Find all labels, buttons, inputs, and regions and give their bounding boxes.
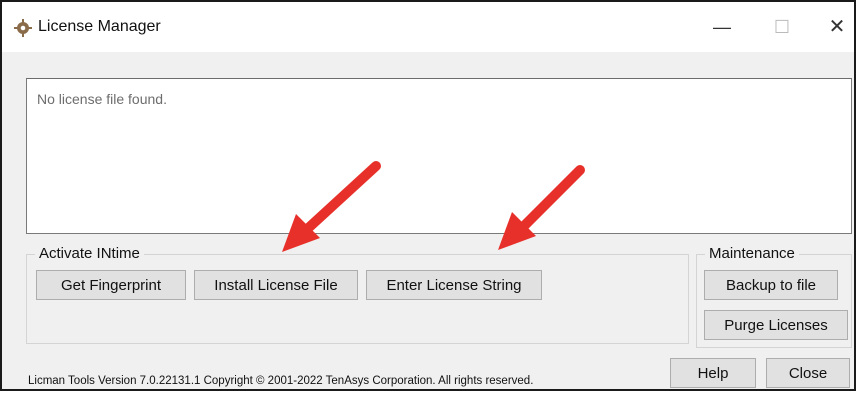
install-license-file-button[interactable]: Install License File	[194, 270, 358, 300]
version-copyright-text: Licman Tools Version 7.0.22131.1 Copyrig…	[28, 375, 534, 387]
enter-license-string-button[interactable]: Enter License String	[366, 270, 542, 300]
gear-icon	[14, 19, 32, 37]
license-status-textarea[interactable]: No license file found.	[26, 78, 852, 234]
help-button[interactable]: Help	[670, 358, 756, 388]
license-status-text: No license file found.	[37, 91, 167, 107]
minimize-button[interactable]: —	[702, 12, 742, 42]
maintenance-label: Maintenance	[705, 245, 799, 262]
maximize-button[interactable]: ☐	[762, 12, 802, 42]
activate-intime-label: Activate INtime	[35, 245, 144, 262]
backup-to-file-button[interactable]: Backup to file	[704, 270, 838, 300]
close-button[interactable]: Close	[766, 358, 850, 388]
window-title: License Manager	[38, 18, 161, 35]
purge-licenses-button[interactable]: Purge Licenses	[704, 310, 848, 340]
license-manager-window: License Manager — ☐ ✕ No license file fo…	[0, 0, 856, 391]
close-window-button[interactable]: ✕	[817, 12, 857, 42]
get-fingerprint-button[interactable]: Get Fingerprint	[36, 270, 186, 300]
title-bar[interactable]: License Manager — ☐ ✕	[2, 2, 854, 52]
